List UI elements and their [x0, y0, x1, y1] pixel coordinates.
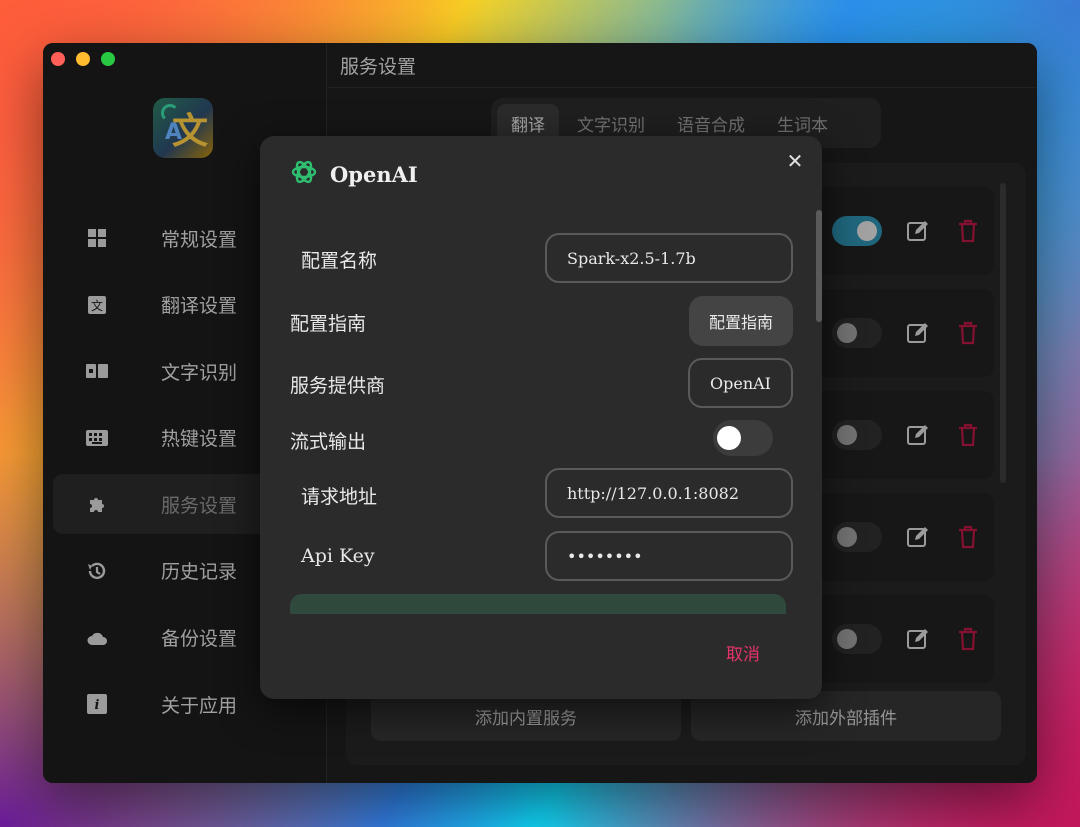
minimize-window-button[interactable]	[76, 52, 90, 66]
guide-button[interactable]: 配置指南	[688, 296, 793, 346]
provider-label: 服务提供商	[290, 375, 386, 397]
dialog-header: OpenAI	[290, 158, 418, 191]
api-key-input[interactable]: ••••••••	[545, 531, 793, 581]
request-url-label: 请求地址	[301, 486, 378, 508]
stream-output-toggle[interactable]	[713, 420, 773, 456]
close-window-button[interactable]	[51, 52, 65, 66]
maximize-window-button[interactable]	[101, 52, 115, 66]
request-url-input[interactable]: http://127.0.0.1:8082	[545, 468, 793, 518]
next-section-strip	[290, 594, 786, 614]
dialog-scrollbar[interactable]	[816, 210, 822, 322]
service-config-dialog: OpenAI ✕ 配置名称 Spark-x2.5-1.7b 配置指南 配置指南 …	[260, 136, 822, 699]
openai-icon	[290, 158, 318, 191]
api-key-label: Api Key	[301, 545, 375, 567]
window-controls	[51, 52, 115, 66]
cancel-button[interactable]: 取消	[726, 640, 760, 665]
config-name-label: 配置名称	[301, 250, 378, 272]
dialog-title: OpenAI	[330, 162, 418, 187]
guide-label: 配置指南	[290, 313, 367, 335]
provider-select[interactable]: OpenAI	[687, 358, 793, 408]
dialog-form: 配置名称 Spark-x2.5-1.7b 配置指南 配置指南 服务提供商 Ope…	[260, 216, 805, 611]
config-name-input[interactable]: Spark-x2.5-1.7b	[545, 233, 793, 283]
close-icon[interactable]: ✕	[784, 149, 806, 173]
stream-output-label: 流式输出	[290, 431, 367, 453]
